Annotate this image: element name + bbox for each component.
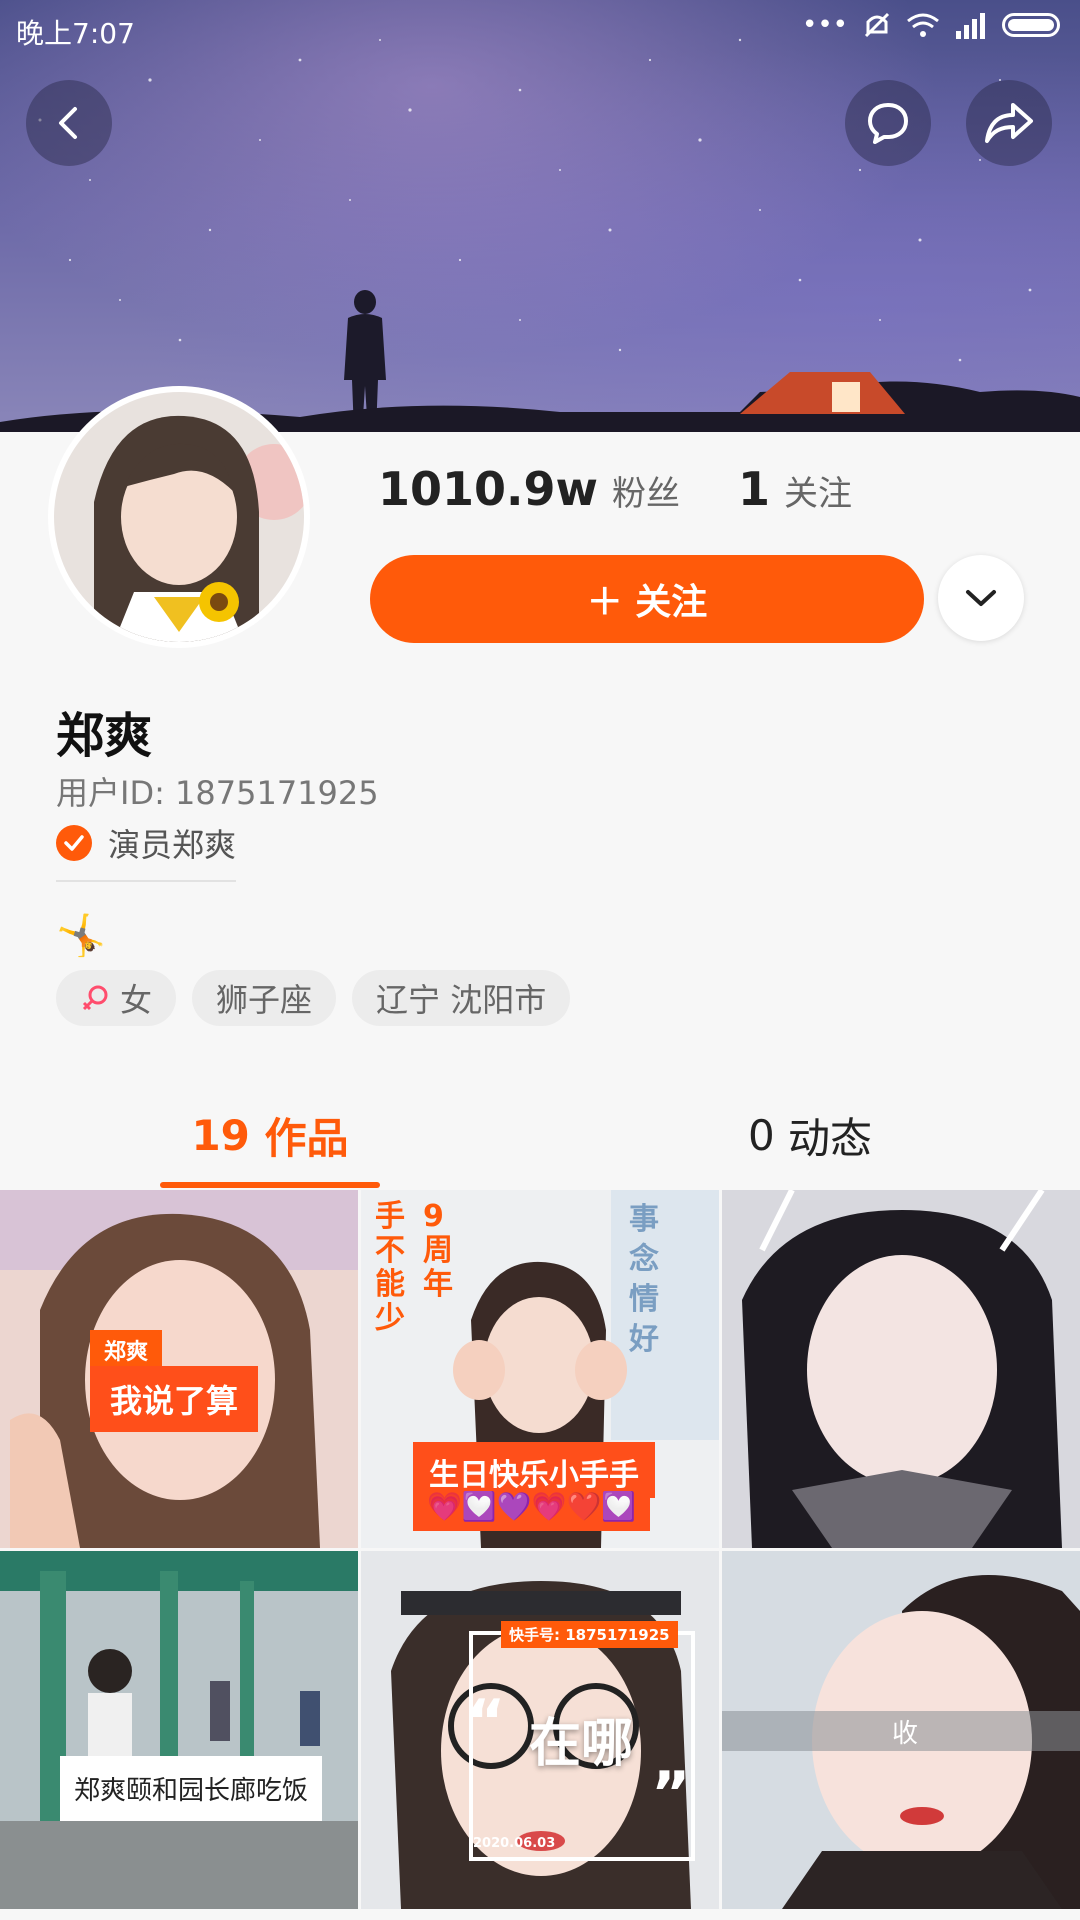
video-thumbnail-image: [722, 1190, 1080, 1548]
side-text: 手不能少: [375, 1199, 405, 1336]
gender-tag: 女: [56, 970, 177, 1026]
video-thumbnail[interactable]: 郑爽 我说了算: [0, 1190, 358, 1548]
chevron-down-icon: [966, 590, 996, 606]
fans-label[interactable]: 粉丝: [612, 466, 680, 515]
status-bar: 晚上7:07 •••: [0, 0, 1080, 56]
back-arrow-icon: [59, 107, 77, 139]
zodiac-tag: 狮子座: [192, 970, 337, 1026]
video-date: 2020.06.03: [473, 1836, 556, 1851]
cartwheel-emoji-icon: 🤸: [56, 913, 106, 959]
profile-tags: 女 狮子座 辽宁 沈阳市: [56, 970, 571, 1026]
video-thumbnail-image: [0, 1551, 358, 1909]
side-text-anniversary: 9周年: [423, 1199, 453, 1302]
divider: [56, 880, 236, 882]
female-icon: [82, 985, 108, 1011]
more-options-button[interactable]: [938, 555, 1024, 641]
avatar-image: [54, 392, 304, 642]
avatar[interactable]: [54, 392, 304, 642]
close-quote-icon: ”: [651, 1759, 691, 1829]
follow-button[interactable]: ＋ 关注: [370, 555, 924, 643]
video-thumbnail[interactable]: 快手号: 1875171925 在哪 “ ” 2020.06.03: [361, 1551, 719, 1909]
open-quote-icon: “: [466, 1687, 506, 1757]
signal-icon: [956, 13, 985, 39]
video-watermark: 快手号: 1875171925: [501, 1621, 678, 1648]
verified-info: 演员郑爽: [56, 820, 236, 866]
tab-indicator: [160, 1182, 380, 1188]
video-thumbnail[interactable]: 手不能少 9周年 事念情好 生日快乐小手手 💗💟💜💗❤️💟: [361, 1190, 719, 1548]
following-count: 1: [738, 462, 771, 516]
back-button[interactable]: [26, 80, 112, 166]
gender-text: 女: [120, 981, 153, 1019]
location-tag: 辽宁 沈阳市: [352, 970, 571, 1026]
video-thumbnail[interactable]: 收: [722, 1551, 1080, 1909]
tab-works-label: 作品: [264, 1113, 349, 1163]
video-tag: 郑爽: [90, 1330, 163, 1370]
video-caption: 收: [892, 1719, 919, 1749]
share-arrow-icon: [985, 103, 1033, 143]
status-icons: •••: [802, 10, 1060, 40]
following-label[interactable]: 关注: [784, 466, 852, 515]
video-grid: 郑爽 我说了算 手不能少 9周年 事念情好 生日快乐小手手 💗💟💜💗❤️💟 郑爽…: [0, 1190, 1080, 1920]
video-caption: 郑爽颐和园长廊吃饭: [60, 1756, 323, 1821]
status-time: 晚上7:07: [16, 17, 135, 50]
user-id: 用户ID: 1875171925: [56, 774, 379, 812]
profile-stats: 1010.9w 粉丝 1 关注: [378, 462, 852, 516]
fans-count: 1010.9w: [378, 462, 599, 516]
video-thumbnail[interactable]: [722, 1190, 1080, 1548]
tab-works-count: 19: [191, 1110, 250, 1160]
tab-moments-count: 0: [747, 1110, 775, 1160]
share-button[interactable]: [966, 80, 1052, 166]
verified-text: 演员郑爽: [108, 826, 237, 864]
profile-cover: 晚上7:07 •••: [0, 0, 1080, 432]
tab-works[interactable]: 19 作品: [0, 1080, 540, 1190]
more-dots-icon: •••: [801, 10, 848, 40]
video-caption: 我说了算: [90, 1366, 259, 1432]
mute-icon: [864, 12, 890, 38]
video-hearts: 💗💟💜💗❤️💟: [413, 1488, 651, 1531]
message-button[interactable]: [845, 80, 931, 166]
wifi-icon: [907, 13, 939, 37]
verified-icon: [56, 825, 92, 861]
battery-icon: [1002, 13, 1060, 37]
tab-moments[interactable]: 0 动态: [540, 1080, 1080, 1190]
profile-name: 郑爽: [56, 708, 153, 764]
chat-bubble-icon: [868, 103, 908, 144]
tab-moments-label: 动态: [788, 1113, 873, 1163]
video-thumbnail[interactable]: 郑爽颐和园长廊吃饭: [0, 1551, 358, 1909]
right-side-text: 事念情好: [629, 1202, 659, 1357]
content-tabs: 19 作品 0 动态: [0, 1080, 1080, 1190]
